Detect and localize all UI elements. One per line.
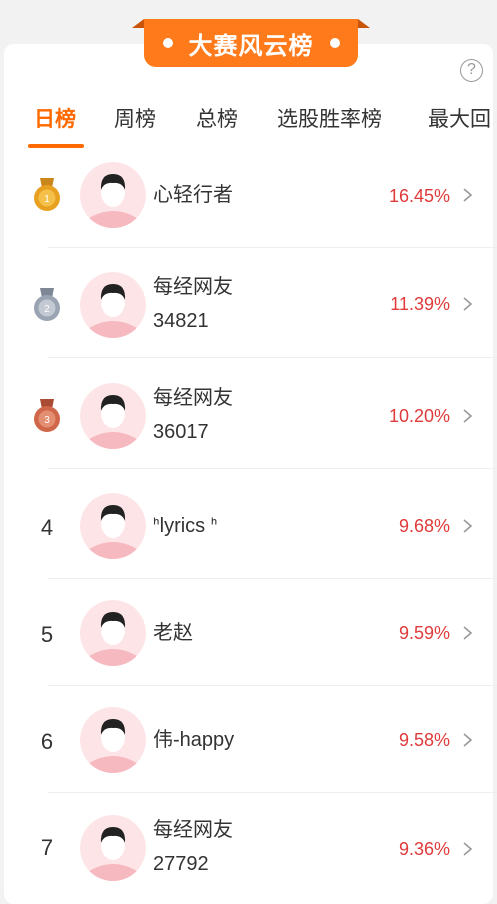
win-rate: 11.39% [390,294,450,314]
ranking-row[interactable]: 2 每经网友 34821 11.39% [0,252,497,358]
ranking-row[interactable]: 3 每经网友 36017 10.20% [0,363,497,469]
ranking-row[interactable]: 1 心轻行者 16.45% [0,142,497,248]
win-rate: 16.45% [388,186,450,206]
user-id: 36017 [153,421,209,443]
rank-number: 4 [40,515,54,540]
user-name: 每经网友 [153,387,233,409]
chevron-right-icon [463,733,473,747]
tab-daily[interactable]: 日榜 [34,103,76,133]
user-name: ᑋlyrics ᑋ [153,515,218,537]
win-rate: 10.20% [388,406,450,426]
help-icon[interactable]: ? [460,59,483,82]
ranking-row[interactable]: 7 每经网友 27792 9.36% [0,793,497,899]
rank-number: 7 [40,835,54,860]
user-id: 27792 [153,853,209,875]
row-divider [48,357,497,358]
svg-text:2: 2 [44,304,50,315]
leaderboard-title: 大赛风云榜 [188,32,314,60]
chevron-right-icon [463,519,473,533]
avatar [80,272,146,338]
user-name: 心轻行者 [153,184,233,206]
dot-icon [329,38,340,48]
avatar [80,162,146,228]
row-divider [48,468,497,469]
row-divider [48,247,497,248]
tab-total[interactable]: 总榜 [196,103,238,133]
gold-medal-icon: 1 [34,178,60,211]
avatar [80,493,146,559]
ranking-row[interactable]: 4 ᑋlyrics ᑋ 9.68% [0,473,497,579]
bronze-medal-icon: 3 [34,399,60,432]
win-rate: 9.59% [398,623,450,643]
row-divider [48,578,497,579]
svg-text:1: 1 [44,194,50,205]
dot-icon [162,38,173,48]
chevron-right-icon [463,626,473,640]
chevron-right-icon [463,842,473,856]
ribbon-fold-right [358,19,370,28]
user-name: 老赵 [153,622,193,644]
ranking-row[interactable]: 5 老赵 9.59% [0,580,497,686]
avatar [80,383,146,449]
silver-medal-icon: 2 [34,288,60,321]
avatar [80,815,146,881]
leaderboard-title-ribbon: 大赛风云榜 [144,19,358,67]
rank-number: 5 [40,622,54,647]
win-rate: 9.36% [398,839,450,859]
svg-text:3: 3 [44,415,50,426]
ribbon-fold-left [132,19,144,28]
user-id: 34821 [153,310,209,332]
win-rate: 9.68% [398,516,450,536]
chevron-right-icon [463,297,473,311]
tab-max-drawdown[interactable]: 最大回 [428,103,491,133]
row-divider [48,685,497,686]
chevron-right-icon [463,188,473,202]
ranking-row[interactable]: 6 伟-happy 9.58% [0,687,497,793]
avatar [80,707,146,773]
avatar [80,600,146,666]
rank-number: 6 [40,729,54,754]
tab-win-rate[interactable]: 选股胜率榜 [277,103,382,133]
chevron-right-icon [463,409,473,423]
ranking-tabs: 日榜 周榜 总榜 选股胜率榜 最大回 [0,103,497,137]
tab-weekly[interactable]: 周榜 [114,103,156,133]
win-rate: 9.58% [398,730,450,750]
user-name: 每经网友 [153,276,233,298]
user-name: 每经网友 [153,819,233,841]
user-name: 伟-happy [153,729,235,751]
